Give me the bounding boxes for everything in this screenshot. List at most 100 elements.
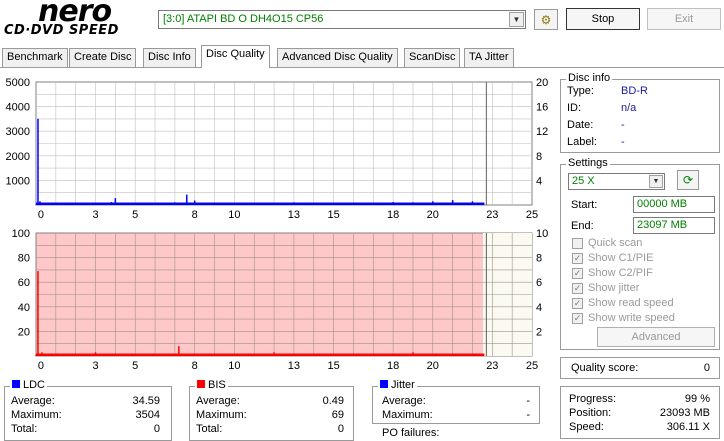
chevron-down-icon[interactable]: ▼ [509, 12, 524, 27]
tab-create-disc[interactable]: Create Disc [69, 48, 137, 67]
ldc-x-tick-label: 3 [92, 209, 98, 221]
ldc-title: LDC [23, 379, 46, 391]
disc-id-label: ID: [567, 102, 582, 114]
drive-select-value: [3:0] ATAPI BD O DH4O15 CP56 [163, 13, 324, 25]
speed-label: Speed: [569, 421, 604, 433]
tab-scandisc[interactable]: ScanDisc [404, 48, 461, 67]
bis-y2-tick-label: 6 [536, 277, 542, 289]
speed-select-value: 25 X [572, 175, 595, 187]
show-jitter-label: Show jitter [588, 282, 640, 294]
ldc-total-value: 0 [153, 423, 160, 435]
show-jitter-checkbox[interactable]: ✓ [572, 283, 583, 294]
refresh-speed-icon[interactable]: ⟳ [677, 170, 699, 190]
ldc-maximum-value: 3504 [135, 409, 160, 421]
ldc-y2-tick-label: 20 [536, 77, 548, 89]
ldc-y-tick-label: 2000 [6, 151, 30, 163]
show-c2-pif-label: Show C2/PIF [588, 267, 653, 279]
tab-divider [0, 67, 724, 68]
quality-score-label: Quality score: [571, 362, 639, 374]
ldc-x-tick-label: 23 [486, 209, 498, 221]
start-label: Start: [571, 199, 598, 211]
bis-average-value: 0.49 [322, 395, 344, 407]
ldc-x-tick-label: 20 [427, 209, 439, 221]
ldc-group-title: LDC [10, 379, 48, 391]
bis-color-swatch [197, 380, 205, 388]
disc-info-title: Disc info [566, 72, 613, 84]
stop-button[interactable]: Stop [566, 8, 640, 30]
ldc-y-tick-label: 1000 [6, 175, 30, 187]
jitter-group-title: Jitter [378, 379, 417, 391]
ldc-y2-tick-label: 16 [536, 102, 548, 114]
ldc-x-tick-label: 5 [132, 209, 138, 221]
bis-y-tick-label: 100 [12, 228, 30, 240]
position-label: Position: [569, 407, 612, 419]
disc-type-value: BD-R [621, 85, 648, 97]
exit-button[interactable]: Exit [647, 8, 721, 30]
bis-y-axis-right: 10 8 6 4 2 [536, 228, 548, 338]
bis-y2-tick-label: 10 [536, 228, 548, 240]
tab-advanced-disc-quality[interactable]: Advanced Disc Quality [277, 48, 398, 67]
refresh-drive-icon[interactable]: ⚙ [534, 9, 558, 30]
show-write-speed-label: Show write speed [588, 312, 675, 324]
bis-y2-tick-label: 8 [536, 253, 542, 265]
show-c2-pif-checkbox[interactable]: ✓ [572, 268, 583, 279]
jitter-title: Jitter [391, 379, 415, 391]
bis-x-tick-label: 18 [387, 360, 399, 372]
bis-maximum-label: Maximum: [196, 409, 247, 421]
speed-value: 306.11 X [666, 421, 710, 433]
quick-scan-label: Quick scan [588, 237, 643, 249]
tab-disc-quality[interactable]: Disc Quality [201, 45, 270, 68]
disc-quality-charts: 50004000300020001000 20161284 0 3 5 8 10 13 15… [6, 77, 549, 372]
quick-scan-checkbox[interactable] [572, 238, 583, 249]
ldc-maximum-label: Maximum: [11, 409, 62, 421]
advanced-button[interactable]: Advanced [597, 327, 715, 347]
disc-date-label: Date: [567, 119, 594, 131]
bis-y-tick-label: 40 [18, 302, 30, 314]
bis-x-tick-label: 10 [228, 360, 240, 372]
start-field[interactable]: 00000 MB [633, 196, 715, 213]
bis-y2-tick-label: 4 [536, 302, 542, 314]
ldc-x-tick-label: 25 [526, 209, 538, 221]
bis-y-tick-label: 60 [18, 277, 30, 289]
ldc-x-axis: 0 3 5 8 10 13 15 18 20 23 25 [38, 209, 538, 221]
bis-x-tick-label: 0 [38, 360, 44, 372]
ldc-x-tick-label: 8 [192, 209, 198, 221]
end-label: End: [571, 220, 594, 232]
ldc-x-tick-label: 18 [387, 209, 399, 221]
bis-x-tick-label: 8 [192, 360, 198, 372]
bis-x-tick-label: 5 [132, 360, 138, 372]
ldc-y2-tick-label: 4 [536, 175, 542, 187]
ldc-series-baseline [36, 202, 485, 205]
bis-x-tick-label: 13 [288, 360, 300, 372]
end-field[interactable]: 23097 MB [633, 217, 715, 234]
settings-title: Settings [566, 157, 610, 169]
show-write-speed-checkbox[interactable]: ✓ [572, 313, 583, 324]
jitter-maximum-value: - [526, 409, 530, 421]
show-read-speed-checkbox[interactable]: ✓ [572, 298, 583, 309]
ldc-y-tick-label: 3000 [6, 126, 30, 138]
bis-y-axis-left: 100 80 60 40 20 [12, 228, 30, 338]
ldc-y-tick-label: 4000 [6, 102, 30, 114]
bis-title: BIS [208, 379, 226, 391]
chevron-down-icon[interactable]: ▼ [649, 175, 663, 188]
tab-benchmark[interactable]: Benchmark [2, 48, 68, 67]
tab-disc-info[interactable]: Disc Info [143, 48, 196, 67]
show-c1-pie-checkbox[interactable]: ✓ [572, 253, 583, 264]
bis-y-tick-label: 80 [18, 253, 30, 265]
bis-x-tick-label: 3 [92, 360, 98, 372]
show-read-speed-label: Show read speed [588, 297, 674, 309]
jitter-average-label: Average: [382, 395, 426, 407]
disc-type-label: Type: [567, 85, 594, 97]
ldc-total-label: Total: [11, 423, 38, 435]
tab-ta-jitter[interactable]: TA Jitter [464, 48, 514, 67]
drive-select[interactable]: [3:0] ATAPI BD O DH4O15 CP56 ▼ [158, 10, 526, 29]
bis-x-tick-label: 20 [427, 360, 439, 372]
ldc-x-tick-label: 13 [288, 209, 300, 221]
po-failures-label: PO failures: [382, 427, 440, 439]
ldc-y-axis-left: 5000 4000 3000 2000 1000 [6, 77, 30, 187]
speed-select[interactable]: 25 X ▼ [568, 173, 665, 190]
disc-label-label: Label: [567, 136, 597, 148]
jitter-average-value: - [526, 395, 530, 407]
quality-score-value: 0 [703, 362, 710, 374]
ldc-average-label: Average: [11, 395, 55, 407]
